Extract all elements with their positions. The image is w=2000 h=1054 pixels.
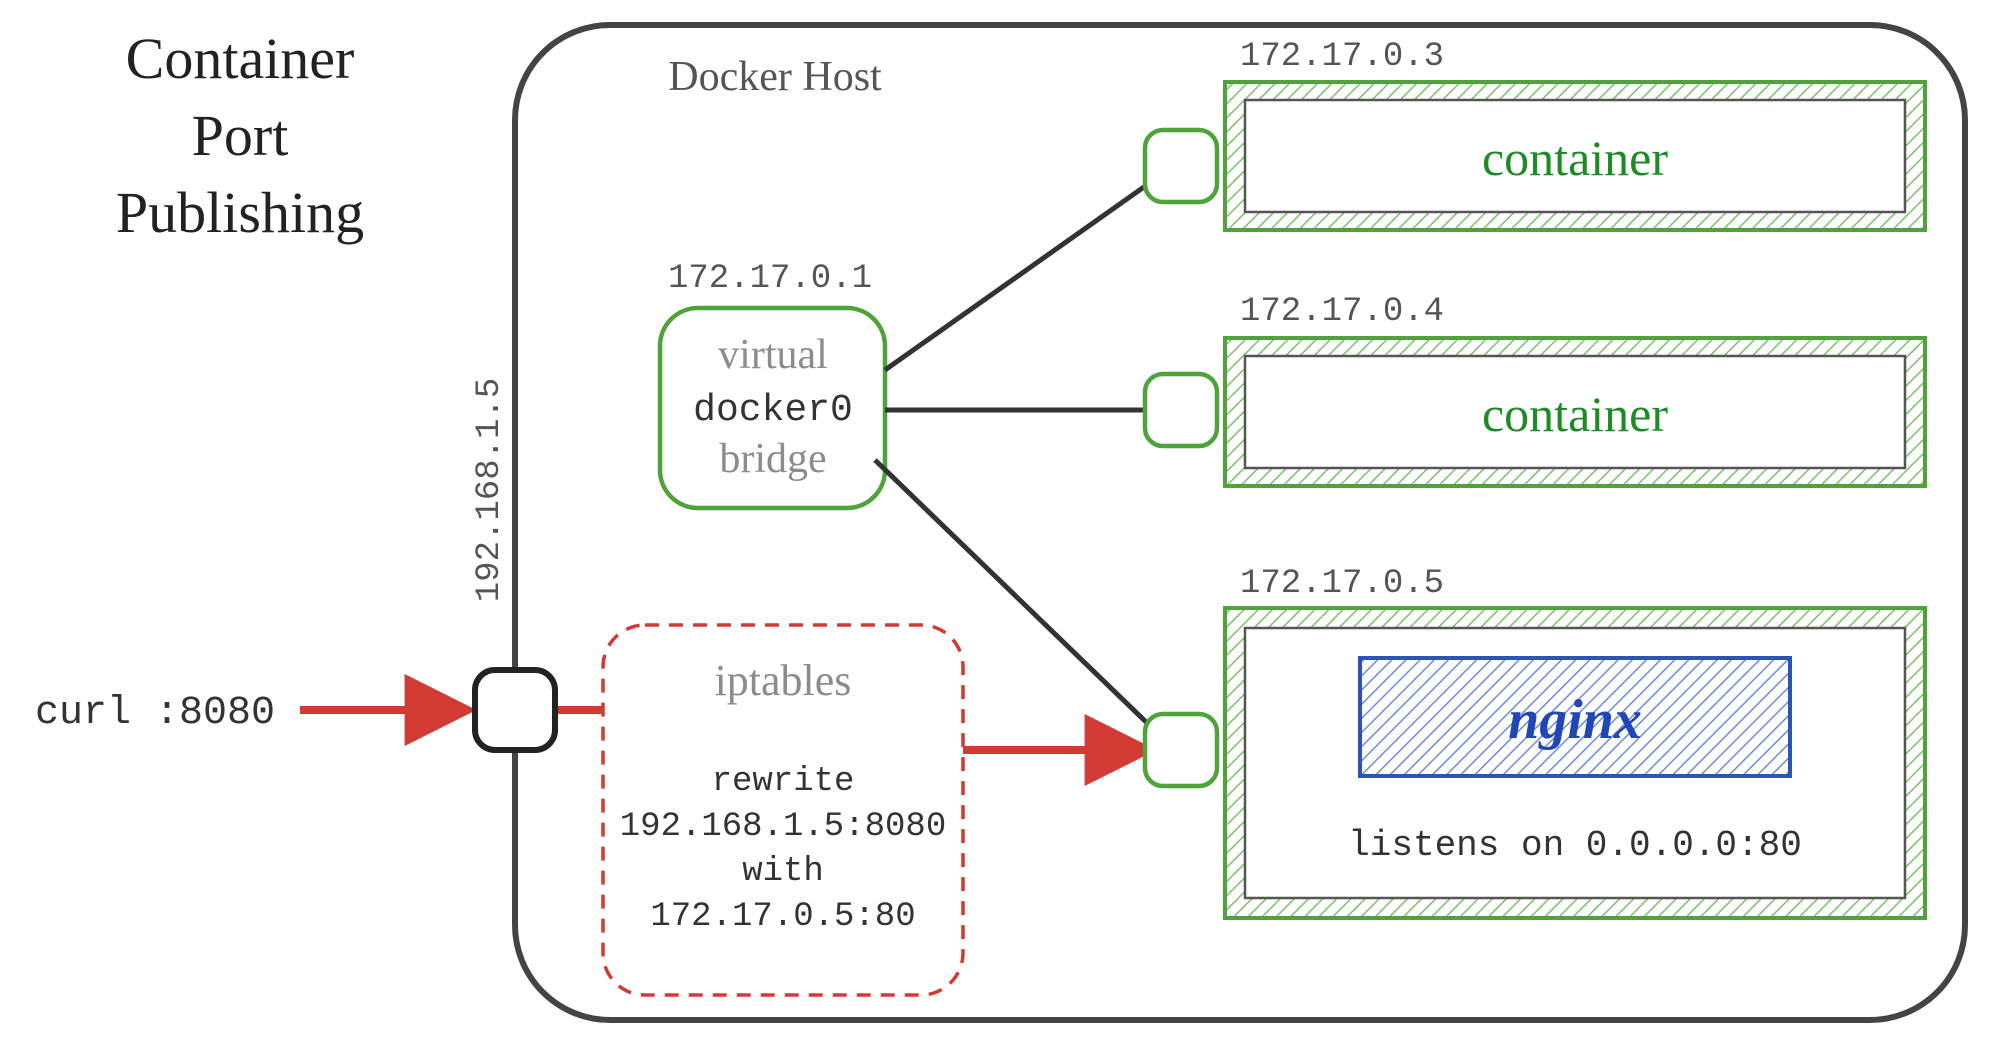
container-1: 172.17.0.3 container	[1225, 38, 1925, 230]
bridge-line1: virtual	[718, 332, 828, 378]
title-line3: Publishing	[116, 180, 364, 245]
host-interface-node	[475, 670, 555, 750]
iptables-box: iptables rewrite 192.168.1.5:8080 with 1…	[603, 625, 963, 995]
docker-host-label: Docker Host	[668, 54, 882, 100]
title-line2: Port	[192, 103, 289, 168]
container-2: 172.17.0.4 container	[1225, 293, 1925, 486]
nginx-listen: listens on 0.0.0.0:80	[1348, 825, 1802, 866]
container-2-ip: 172.17.0.4	[1240, 293, 1444, 331]
bridge-line2: docker0	[693, 389, 853, 432]
title-line1: Container	[126, 26, 355, 91]
bridge-box: 172.17.0.1 virtual docker0 bridge	[660, 260, 885, 508]
bridge-ip: 172.17.0.1	[668, 260, 872, 298]
container-3: 172.17.0.5 nginx listens on 0.0.0.0:80	[1225, 565, 1925, 918]
container-2-interface	[1145, 374, 1217, 446]
diagram-canvas: Container Port Publishing Docker Host 19…	[0, 0, 2000, 1054]
container-3-interface	[1145, 714, 1217, 786]
container-2-label: container	[1482, 386, 1668, 442]
host-ip-label: 192.168.1.5	[471, 378, 509, 602]
container-1-interface	[1145, 130, 1217, 202]
container-1-ip: 172.17.0.3	[1240, 38, 1444, 76]
container-3-ip: 172.17.0.5	[1240, 565, 1444, 603]
curl-label: curl :8080	[35, 691, 275, 736]
bridge-line3: bridge	[719, 436, 826, 482]
container-1-label: container	[1482, 130, 1668, 186]
link-bridge-c1	[885, 165, 1175, 370]
iptables-title: iptables	[715, 656, 852, 705]
nginx-label: nginx	[1508, 689, 1642, 751]
iptables-line1: rewrite	[712, 763, 855, 801]
iptables-line4: 172.17.0.5:80	[650, 898, 915, 936]
iptables-line3: with	[742, 853, 824, 891]
title: Container Port Publishing	[116, 26, 364, 245]
iptables-line2: 192.168.1.5:8080	[620, 808, 946, 846]
